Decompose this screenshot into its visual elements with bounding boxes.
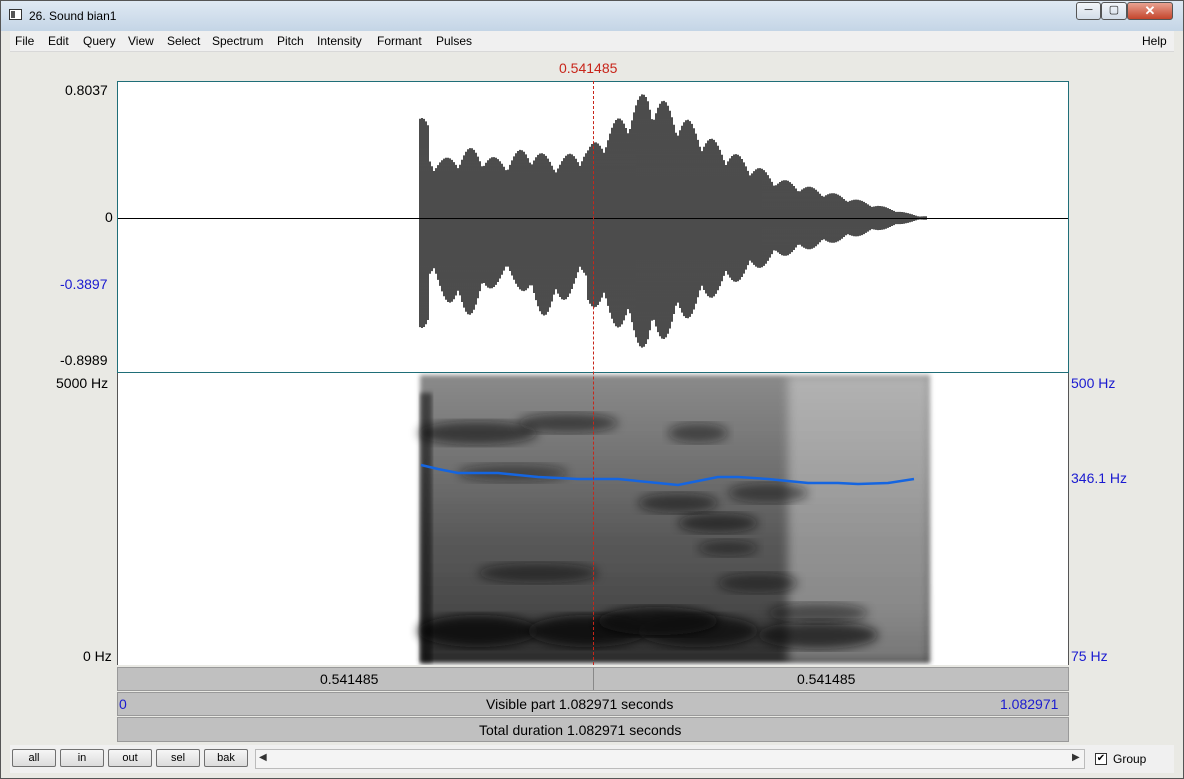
pitch-bottom-label: 75 Hz — [1071, 648, 1108, 664]
cursor-line[interactable] — [593, 81, 594, 665]
menu-pulses[interactable]: Pulses — [436, 34, 472, 48]
group-label: Group — [1113, 752, 1147, 766]
spectrogram-formant-band — [418, 615, 538, 647]
left-segment-duration: 0.541485 — [320, 671, 379, 687]
menu-help[interactable]: Help — [1142, 34, 1167, 48]
menu-bar: File Edit Query View Select Spectrum Pit… — [10, 31, 1174, 52]
spectrogram-formant-band — [518, 413, 618, 433]
waveform-trace — [419, 94, 927, 348]
menu-file[interactable]: File — [15, 34, 34, 48]
window-icon — [9, 9, 22, 20]
waveform-min-label: -0.8989 — [60, 352, 108, 368]
right-segment-duration: 0.541485 — [797, 671, 856, 687]
bottom-toolbar: all in out sel bak ◀ ▶ ✔ Group — [10, 745, 1174, 773]
visible-part-label: Visible part 1.082971 seconds — [486, 696, 674, 712]
zoom-selection-button[interactable]: sel — [156, 749, 200, 767]
spectrogram-top-freq-label: 5000 Hz — [56, 375, 109, 391]
selection-time-bar[interactable]: 0.541485 0.541485 — [117, 667, 1069, 691]
zoom-in-button[interactable]: in — [60, 749, 104, 767]
total-duration-bar[interactable]: Total duration 1.082971 seconds — [117, 717, 1069, 742]
menu-view[interactable]: View — [128, 34, 154, 48]
cursor-time-label: 0.541485 — [559, 60, 618, 76]
scroll-left-icon[interactable]: ◀ — [259, 752, 267, 763]
spectrogram-bottom-freq-label: 0 Hz — [83, 648, 112, 664]
menu-pitch[interactable]: Pitch — [277, 34, 304, 48]
visible-start-time: 0 — [119, 696, 127, 712]
minimize-button[interactable]: ─ — [1076, 2, 1101, 20]
menu-formant[interactable]: Formant — [377, 34, 422, 48]
sound-editor-window: 26. Sound bian1 ─ ▢ ✕ File Edit Query Vi… — [0, 0, 1184, 779]
spectrogram-energy — [418, 375, 930, 663]
spectrogram-formant-band — [728, 483, 808, 503]
waveform-cursor-value-label: -0.3897 — [60, 276, 108, 292]
title-bar[interactable]: 26. Sound bian1 ─ ▢ ✕ — [1, 1, 1183, 31]
window-title: 26. Sound bian1 — [29, 9, 117, 23]
visible-end-time: 1.082971 — [1000, 696, 1059, 712]
horizontal-scrollbar[interactable]: ◀ ▶ — [255, 749, 1085, 769]
pitch-top-label: 500 Hz — [1071, 375, 1116, 391]
menu-edit[interactable]: Edit — [48, 34, 69, 48]
menu-spectrum[interactable]: Spectrum — [212, 34, 263, 48]
spectrogram-onset — [420, 393, 432, 663]
cursor-divider — [593, 668, 594, 690]
menu-intensity[interactable]: Intensity — [317, 34, 362, 48]
pitch-cursor-label: 346.1 Hz — [1071, 470, 1128, 486]
total-duration-label: Total duration 1.082971 seconds — [479, 722, 682, 738]
zoom-back-button[interactable]: bak — [204, 749, 248, 767]
waveform-zero-label: 0 — [105, 209, 113, 225]
scroll-right-icon[interactable]: ▶ — [1072, 752, 1080, 763]
visible-part-bar[interactable]: 0 Visible part 1.082971 seconds 1.082971 — [117, 692, 1069, 716]
menu-query[interactable]: Query — [83, 34, 116, 48]
close-button[interactable]: ✕ — [1127, 2, 1173, 20]
zoom-out-button[interactable]: out — [108, 749, 152, 767]
all-button[interactable]: all — [12, 749, 56, 767]
waveform-max-label: 0.8037 — [65, 82, 108, 98]
group-checkbox[interactable]: ✔ — [1095, 753, 1107, 765]
spectrogram-formant-band — [768, 603, 868, 623]
menu-select[interactable]: Select — [167, 34, 200, 48]
maximize-button[interactable]: ▢ — [1101, 2, 1127, 20]
